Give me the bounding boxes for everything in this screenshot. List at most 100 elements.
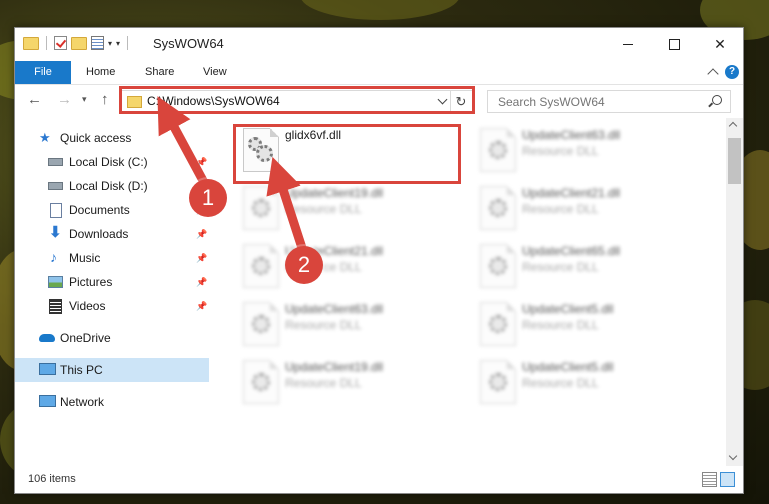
sidebar-item-local-disk-d[interactable]: Local Disk (D:) [15, 174, 209, 198]
search-input[interactable] [496, 91, 700, 112]
folder-icon [127, 96, 142, 108]
search-icon[interactable] [712, 95, 722, 105]
dll-file-icon [243, 128, 279, 172]
sidebar-item-label: OneDrive [60, 331, 111, 345]
file-item[interactable]: UpdateClient63.dll Resource DLL [237, 298, 461, 350]
file-item[interactable]: UpdateClient5.dll Resource DLL [474, 356, 698, 408]
sidebar-item-label: Local Disk (C:) [69, 155, 148, 169]
dll-file-icon [480, 186, 516, 230]
tab-view[interactable]: View [203, 61, 227, 84]
close-icon: ✕ [714, 35, 726, 52]
file-item[interactable]: UpdateClient19.dll Resource DLL [237, 182, 461, 234]
file-name: UpdateClient65.dll [522, 244, 621, 258]
sidebar-item-label: Documents [69, 203, 130, 217]
address-path[interactable]: C:\Windows\SysWOW64 [147, 94, 280, 108]
dll-file-icon [480, 128, 516, 172]
search-box[interactable] [487, 90, 731, 113]
refresh-icon[interactable]: ↻ [450, 91, 471, 112]
pin-icon[interactable]: 📌 [196, 277, 207, 287]
file-name: glidx6vf.dll [285, 128, 342, 142]
minimize-button[interactable] [605, 28, 651, 60]
file-type: Resource DLL [522, 260, 599, 274]
file-item-highlighted[interactable]: glidx6vf.dll [237, 124, 461, 176]
sidebar-item-label: Network [60, 395, 105, 409]
videos-icon [49, 299, 62, 314]
tiles-view-icon[interactable] [720, 472, 735, 487]
star-icon: ★ [39, 130, 51, 145]
dll-file-icon [243, 186, 279, 230]
address-bar[interactable]: C:\Windows\SysWOW64 ↻ [121, 90, 475, 113]
dll-file-icon [480, 360, 516, 404]
sidebar-item-label: Pictures [69, 275, 113, 289]
file-item[interactable]: UpdateClient65.dll Resource DLL [474, 240, 698, 292]
scroll-down-icon[interactable] [728, 451, 738, 461]
new-folder-icon[interactable] [71, 36, 87, 50]
scrollbar-thumb[interactable] [728, 138, 741, 184]
file-item[interactable]: UpdateClient19.dll Resource DLL [237, 356, 461, 408]
vertical-scrollbar[interactable] [726, 118, 743, 466]
back-arrow-icon[interactable]: ← [27, 91, 42, 108]
tab-file[interactable]: File [15, 61, 71, 84]
window-controls: ✕ [605, 28, 743, 60]
status-bar: 106 items [15, 466, 743, 493]
sidebar-item-this-pc[interactable]: This PC [15, 358, 209, 382]
item-count: 106 items [28, 473, 76, 485]
pin-icon[interactable]: 📌 [196, 253, 207, 263]
pin-icon[interactable]: 📌 [196, 229, 207, 239]
file-name: UpdateClient5.dll [522, 302, 614, 316]
sidebar-item-label: Quick access [60, 131, 132, 145]
file-type: Resource DLL [522, 318, 599, 332]
toolbar-separator [46, 36, 47, 50]
sidebar-item-downloads[interactable]: ⬇ Downloads 📌 [15, 222, 209, 246]
music-icon: ♪ [50, 249, 57, 265]
sidebar-item-network[interactable]: Network [15, 390, 209, 414]
file-item[interactable]: UpdateClient63.dll Resource DLL [474, 124, 698, 176]
qat-dropdown-icon[interactable]: ▾ [116, 39, 120, 48]
file-name: UpdateClient21.dll [285, 244, 384, 258]
dll-file-icon [243, 244, 279, 288]
file-name: UpdateClient63.dll [285, 302, 384, 316]
file-type: Resource DLL [522, 376, 599, 390]
sidebar-item-videos[interactable]: Videos 📌 [15, 294, 209, 318]
tab-home[interactable]: Home [86, 61, 115, 84]
checkmark-icon[interactable] [54, 36, 67, 50]
sidebar-item-pictures[interactable]: Pictures 📌 [15, 270, 209, 294]
file-item[interactable]: UpdateClient21.dll Resource DLL [474, 182, 698, 234]
pin-icon[interactable]: 📌 [196, 157, 207, 167]
download-icon: ⬇ [49, 224, 62, 241]
file-item[interactable]: UpdateClient5.dll Resource DLL [474, 298, 698, 350]
sidebar-item-label: Videos [69, 299, 106, 313]
sidebar-item-label: Downloads [69, 227, 129, 241]
sidebar-item-label: Local Disk (D:) [69, 179, 148, 193]
file-name: UpdateClient21.dll [522, 186, 621, 200]
toolbar-separator [127, 36, 129, 50]
close-button[interactable]: ✕ [697, 28, 743, 60]
file-name: UpdateClient63.dll [522, 128, 621, 142]
help-icon[interactable]: ? [725, 65, 739, 79]
sidebar-item-documents[interactable]: Documents 📌 [15, 198, 209, 222]
pin-icon[interactable]: 📌 [196, 301, 207, 311]
file-type: Resource DLL [285, 202, 362, 216]
recent-locations-icon[interactable]: ▾ [82, 94, 87, 105]
pin-icon[interactable]: 📌 [196, 205, 207, 215]
details-view-icon[interactable] [702, 472, 717, 487]
forward-arrow-icon[interactable]: → [57, 91, 72, 108]
sidebar-item-onedrive[interactable]: OneDrive [15, 326, 209, 350]
address-dropdown-icon[interactable] [437, 94, 448, 105]
file-type: Resource DLL [522, 144, 599, 158]
customize-dropdown-icon[interactable]: ▾ [108, 39, 112, 48]
navigation-pane: ★ Quick access Local Disk (C:) 📌 Local D… [15, 118, 209, 466]
up-arrow-icon[interactable]: ↑ [101, 91, 109, 108]
scroll-up-icon[interactable] [728, 121, 738, 131]
expand-ribbon-icon[interactable] [707, 68, 719, 80]
properties-icon[interactable] [91, 36, 104, 50]
sidebar-item-music[interactable]: ♪ Music 📌 [15, 246, 209, 270]
navigation-bar: ← → ▾ ↑ C:\Windows\SysWOW64 ↻ [15, 85, 743, 118]
title-bar: ▾ ▾ SysWOW64 ✕ [15, 28, 743, 60]
maximize-button[interactable] [651, 28, 697, 60]
file-item[interactable]: UpdateClient21.dll Resource DLL [237, 240, 461, 292]
sidebar-item-local-disk-c[interactable]: Local Disk (C:) 📌 [15, 150, 209, 174]
drive-icon [48, 158, 63, 166]
tab-share[interactable]: Share [145, 61, 174, 84]
sidebar-item-quick-access[interactable]: ★ Quick access [15, 126, 209, 150]
